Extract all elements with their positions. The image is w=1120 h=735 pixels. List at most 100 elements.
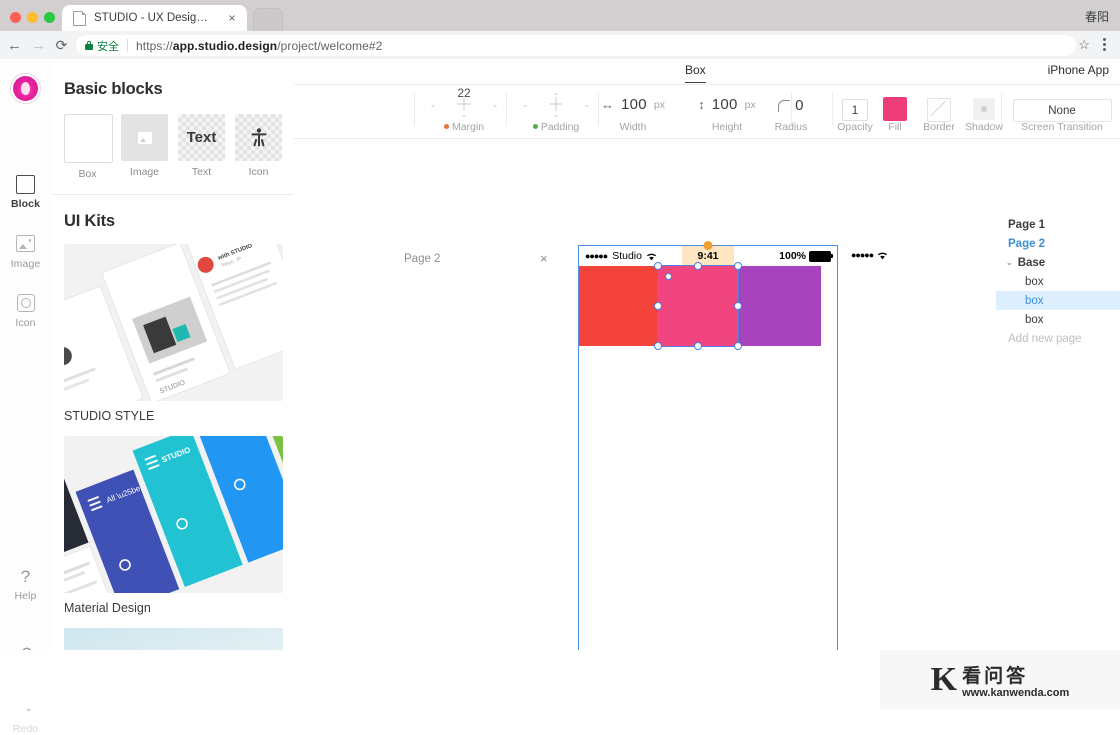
watermark: K 看问答 www.kanwenda.com bbox=[880, 650, 1120, 709]
radius-control[interactable]: 0 Radius bbox=[754, 84, 828, 133]
radius-value[interactable]: 0 bbox=[795, 97, 804, 114]
ui-kit-card[interactable]: STUDIO with STUDIO Tokyo, JP Top-Rated T… bbox=[64, 244, 283, 423]
tab-box[interactable]: Box bbox=[685, 63, 706, 83]
margin-spacing-widget: 22 - - - bbox=[424, 86, 504, 122]
margin-label: Margin bbox=[424, 121, 504, 133]
layer-box-3[interactable]: box bbox=[996, 310, 1120, 329]
question-icon: ? bbox=[20, 567, 31, 586]
margin-right-value[interactable]: - bbox=[493, 98, 497, 112]
layer-box-1[interactable]: box bbox=[996, 272, 1120, 291]
address-bar-url: https://app.studio.design/project/welcom… bbox=[136, 39, 382, 53]
help-button[interactable]: ? Help bbox=[0, 567, 51, 602]
width-value[interactable]: 100 bbox=[621, 96, 647, 113]
page-tab-label[interactable]: Page 2 bbox=[404, 253, 440, 265]
divider bbox=[51, 194, 294, 195]
page-favicon-icon bbox=[73, 10, 86, 26]
resize-handle-middle-left[interactable] bbox=[654, 302, 662, 310]
block-item-box[interactable]: Box bbox=[64, 114, 113, 180]
shadow-dot-icon bbox=[981, 106, 987, 112]
watermark-logo-icon: K bbox=[930, 660, 958, 698]
shadow-control[interactable]: Shadow bbox=[953, 84, 1015, 133]
sidebar-item-icon[interactable]: Icon bbox=[0, 292, 51, 329]
property-tabs: Box iPhone App bbox=[294, 59, 1120, 85]
bookmark-star-icon[interactable]: ☆ bbox=[1078, 37, 1090, 53]
avatar[interactable] bbox=[13, 76, 38, 101]
browser-titlebar: STUDIO - UX Design Tool × 春阳 bbox=[0, 0, 1120, 33]
sidebar-item-block[interactable]: Block bbox=[0, 174, 51, 210]
guide-nub-icon bbox=[703, 241, 713, 250]
kit-name: Material Design bbox=[64, 601, 151, 615]
window-traffic-lights bbox=[10, 12, 55, 23]
close-icon[interactable]: × bbox=[226, 12, 238, 24]
minimize-window-button[interactable] bbox=[27, 12, 38, 23]
resize-handle-top-center[interactable] bbox=[694, 262, 702, 270]
height-value[interactable]: 100 bbox=[712, 96, 738, 113]
profile-name[interactable]: 春阳 bbox=[1085, 8, 1109, 25]
screen-transition-control[interactable]: None Screen Transition bbox=[1007, 84, 1117, 133]
watermark-url: www.kanwenda.com bbox=[962, 686, 1070, 699]
padding-left-value[interactable]: - bbox=[523, 98, 527, 112]
padding-top-value[interactable]: - bbox=[554, 86, 558, 100]
maximize-window-button[interactable] bbox=[44, 12, 55, 23]
browser-tab[interactable]: STUDIO - UX Design Tool × bbox=[62, 5, 247, 31]
image-thumbnail bbox=[121, 114, 168, 161]
screen-transition-value[interactable]: None bbox=[1012, 99, 1112, 122]
block-item-icon[interactable]: Icon bbox=[235, 114, 282, 180]
block-item-text[interactable]: Text Text bbox=[178, 114, 225, 180]
resize-handle-bottom-right[interactable] bbox=[734, 342, 742, 350]
fill-color-swatch[interactable] bbox=[883, 97, 907, 121]
text-thumbnail: Text bbox=[178, 114, 225, 161]
margin-control[interactable]: 22 - - - Margin bbox=[424, 84, 504, 133]
redo-label: Redo bbox=[12, 723, 39, 735]
shadow-swatch[interactable] bbox=[973, 98, 995, 120]
new-tab-button[interactable] bbox=[253, 8, 283, 33]
forward-arrow-icon[interactable]: → bbox=[30, 37, 47, 54]
resize-handle-top-left[interactable] bbox=[654, 262, 662, 270]
icon-thumbnail bbox=[235, 114, 282, 161]
resize-handle-bottom-left[interactable] bbox=[654, 342, 662, 350]
tool-rail: Block Image Icon ? Help ↶ Undo ↷ Redo bbox=[0, 59, 52, 735]
image-icon bbox=[137, 131, 152, 144]
device-label[interactable]: iPhone App bbox=[1048, 63, 1109, 77]
close-icon[interactable]: × bbox=[540, 251, 548, 266]
block-item-image[interactable]: Image bbox=[121, 114, 168, 180]
box-red[interactable] bbox=[579, 266, 657, 346]
basic-blocks-title: Basic blocks bbox=[64, 80, 163, 98]
reload-icon[interactable]: ⟳ bbox=[53, 37, 70, 54]
editor-area: Box iPhone App 22 - - - Margin - - - - P… bbox=[294, 59, 1120, 709]
close-window-button[interactable] bbox=[10, 12, 21, 23]
browser-menu-icon[interactable] bbox=[1097, 36, 1111, 54]
kit-thumbnail: STUDIO with STUDIO Tokyo, JP Top-Rated T… bbox=[64, 244, 283, 401]
address-bar[interactable]: 安全 https://app.studio.design/project/wel… bbox=[76, 35, 1076, 56]
chevron-down-icon[interactable]: ⌄ bbox=[1006, 258, 1013, 267]
watermark-text: 看问答 www.kanwenda.com bbox=[962, 661, 1069, 699]
rotation-anchor-handle[interactable] bbox=[665, 273, 672, 280]
resize-handle-bottom-center[interactable] bbox=[694, 342, 702, 350]
ui-kits-title: UI Kits bbox=[64, 212, 115, 230]
layer-base[interactable]: ⌄ Base bbox=[996, 253, 1120, 272]
border-style-swatch[interactable] bbox=[927, 98, 951, 122]
back-arrow-icon[interactable]: ← bbox=[6, 37, 23, 54]
radius-label: Radius bbox=[774, 121, 808, 133]
kit-name: STUDIO STYLE bbox=[64, 409, 155, 423]
resize-handle-top-right[interactable] bbox=[734, 262, 742, 270]
margin-bottom-value[interactable]: - bbox=[462, 108, 466, 122]
sidebar-item-image[interactable]: Image bbox=[0, 233, 51, 270]
device-status-bar: ●●●●● Studio 9:41 100% bbox=[579, 241, 837, 266]
padding-bottom-value[interactable]: - bbox=[554, 108, 558, 122]
selection-frame[interactable] bbox=[654, 262, 742, 350]
accessibility-icon bbox=[251, 128, 266, 147]
margin-left-value[interactable]: - bbox=[431, 98, 435, 112]
layer-page-1[interactable]: Page 1 bbox=[996, 215, 1120, 234]
ui-kit-card[interactable]: All \u25be STUDIO STUDIO Material Design bbox=[64, 436, 283, 615]
studio-app: Block Image Icon ? Help ↶ Undo ↷ Redo Ba… bbox=[0, 59, 1120, 735]
width-unit[interactable]: px bbox=[654, 99, 665, 111]
resize-handle-middle-right[interactable] bbox=[734, 302, 742, 310]
artboard-iphone[interactable]: ●●●●● Studio 9:41 100% bbox=[578, 241, 838, 709]
block-label: Text bbox=[191, 166, 212, 178]
layer-page-2[interactable]: Page 2 bbox=[996, 234, 1120, 253]
add-new-page-button[interactable]: Add new page bbox=[996, 329, 1120, 348]
margin-top-value[interactable]: 22 bbox=[457, 86, 470, 100]
layer-box-2[interactable]: box bbox=[996, 291, 1120, 310]
box-purple[interactable] bbox=[739, 266, 821, 346]
